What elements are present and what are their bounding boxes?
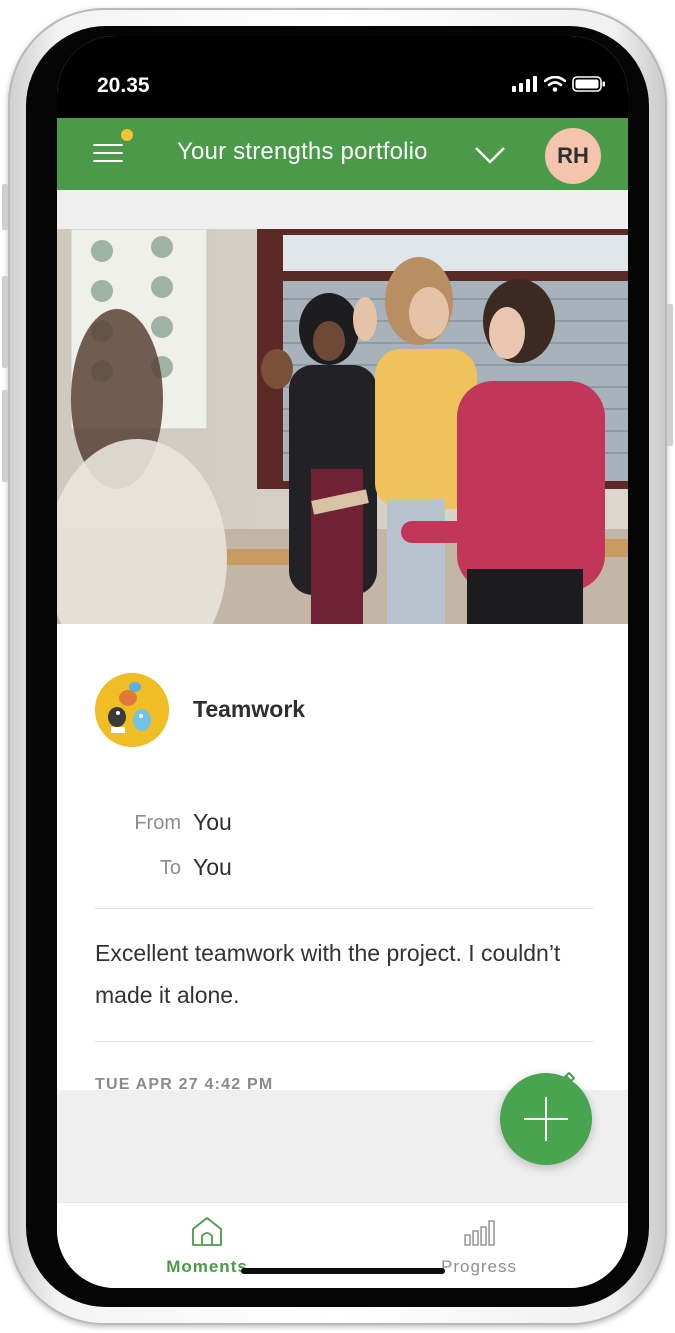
portfolio-title[interactable]: Your strengths portfolio <box>177 138 428 166</box>
tab-moments-label: Moments <box>166 1257 248 1276</box>
home-indicator[interactable] <box>241 1268 445 1274</box>
bar-chart-icon <box>464 1220 495 1246</box>
teamwork-illustration <box>95 673 169 747</box>
divider-top <box>95 908 593 909</box>
silent-switch <box>2 184 8 230</box>
volume-up-button <box>2 276 8 368</box>
chevron-down-icon[interactable] <box>473 140 507 168</box>
menu-icon[interactable] <box>93 144 123 166</box>
strength-badge <box>95 673 169 747</box>
wifi-icon <box>544 76 566 92</box>
status-bar: 20.35 <box>57 36 628 118</box>
strength-name: Teamwork <box>193 696 306 722</box>
add-moment-button[interactable] <box>500 1073 592 1165</box>
to-label: To <box>159 857 181 879</box>
power-button <box>667 304 673 446</box>
moment-photo <box>57 229 628 624</box>
app-header: Your strengths portfolio RH <box>57 118 628 190</box>
moment-message: Excellent teamwork with the project. I c… <box>95 940 561 1008</box>
avatar[interactable]: RH <box>545 128 601 184</box>
bottom-tab-bar: Moments Progress <box>57 1202 628 1288</box>
from-label: From <box>134 812 181 834</box>
app-screen: 20.35 Your strengths portfolio RH Teamwo… <box>57 36 628 1288</box>
classroom-photo <box>57 229 628 624</box>
tab-progress[interactable]: Progress <box>379 1203 579 1288</box>
notification-dot <box>121 129 133 141</box>
status-icons <box>512 76 606 92</box>
tab-moments[interactable]: Moments <box>107 1203 307 1288</box>
status-time: 20.35 <box>97 74 150 97</box>
battery-icon <box>572 76 605 92</box>
moment-timestamp: TUE APR 27 4:42 PM <box>95 1076 274 1093</box>
to-value: You <box>193 854 232 880</box>
tab-progress-label: Progress <box>440 1257 518 1276</box>
from-value: You <box>193 809 232 835</box>
home-icon <box>192 1217 222 1246</box>
divider-bottom <box>95 1041 593 1042</box>
moment-card[interactable]: Teamwork From You To You Excellent teamw… <box>57 624 628 1095</box>
volume-down-button <box>2 390 8 482</box>
signal-icon <box>512 76 537 92</box>
